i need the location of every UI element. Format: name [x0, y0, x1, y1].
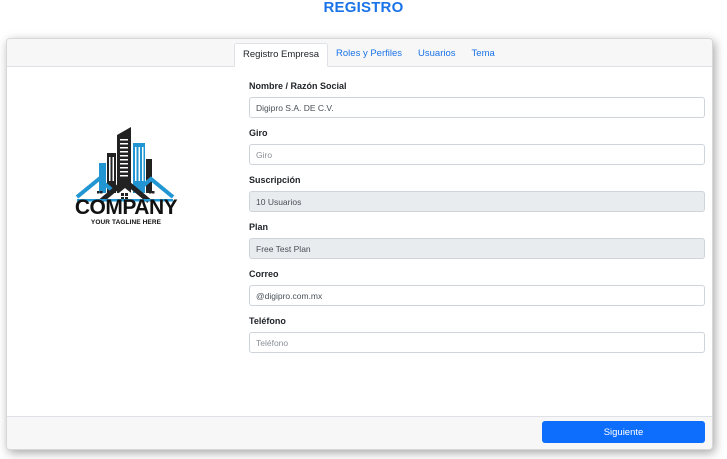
tab-registro-empresa[interactable]: Registro Empresa	[234, 43, 329, 67]
suscripcion-input[interactable]	[249, 191, 705, 212]
plan-input[interactable]	[249, 238, 705, 259]
tab-roles-perfiles[interactable]: Roles y Perfiles	[328, 43, 410, 67]
field-label: Suscripción	[249, 175, 301, 185]
telefono-input[interactable]	[249, 332, 705, 353]
field-suscripcion: Suscripción	[249, 173, 705, 220]
next-button[interactable]: Siguiente	[542, 421, 705, 443]
field-label: Plan	[249, 222, 269, 232]
company-tagline: YOUR TAGLINE HERE	[90, 219, 162, 226]
page-title: REGISTRO	[323, 0, 404, 16]
field-label: Giro	[249, 128, 268, 138]
giro-input[interactable]	[249, 144, 705, 165]
nombre-input[interactable]	[249, 97, 705, 118]
field-giro: Giro	[249, 126, 705, 173]
field-label: Nombre / Razón Social	[249, 81, 347, 91]
tab-bar: Registro Empresa Roles y Perfiles Usuari…	[234, 43, 503, 67]
company-form: Nombre / Razón Social Giro Suscripción P…	[249, 79, 705, 361]
field-nombre: Nombre / Razón Social	[249, 79, 705, 126]
field-telefono: Teléfono	[249, 314, 705, 361]
correo-input[interactable]	[249, 285, 705, 306]
field-plan: Plan	[249, 220, 705, 267]
card-footer: Siguiente	[7, 416, 712, 449]
field-label: Correo	[249, 269, 279, 279]
card-header: Registro Empresa Roles y Perfiles Usuari…	[7, 39, 712, 67]
field-label: Teléfono	[249, 316, 286, 326]
tab-tema[interactable]: Tema	[464, 43, 503, 67]
registration-card: Registro Empresa Roles y Perfiles Usuari…	[6, 38, 713, 450]
company-name: COMPANY	[74, 196, 178, 219]
tab-usuarios[interactable]: Usuarios	[410, 43, 464, 67]
field-correo: Correo	[249, 267, 705, 314]
